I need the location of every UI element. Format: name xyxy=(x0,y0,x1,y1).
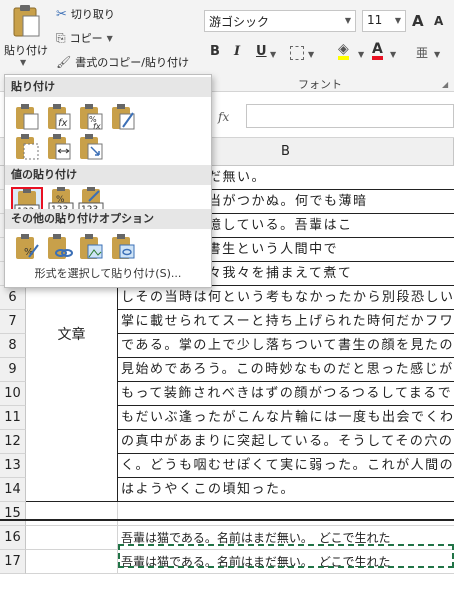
divider xyxy=(0,519,454,521)
cut-label: 切り取り xyxy=(70,8,115,21)
cell-b[interactable] xyxy=(118,502,454,526)
paste-link-icon[interactable] xyxy=(45,233,73,261)
paste-formulas-icon[interactable]: fx xyxy=(45,103,73,131)
cell-b[interactable]: く。どうも咽むせぽくて実に弱った。これが人間の xyxy=(118,454,454,478)
copy-icon: ⎘ xyxy=(56,30,66,45)
row-header[interactable]: 13 xyxy=(0,454,26,478)
shrink-font-button[interactable]: A xyxy=(434,14,443,28)
row-header[interactable]: 6 xyxy=(0,286,26,310)
chevron-down-icon[interactable]: ▼ xyxy=(308,50,314,59)
paste-keep-column-width-icon[interactable] xyxy=(45,133,73,161)
font-size-select[interactable]: 11 ▼ xyxy=(362,10,406,32)
paste-formulas-number-format-icon[interactable]: % fx xyxy=(77,103,105,131)
formula-input[interactable] xyxy=(246,104,454,128)
grow-font-button[interactable]: A xyxy=(412,12,424,30)
dialog-launcher-icon[interactable]: ◢ xyxy=(442,80,448,89)
chevron-down-icon[interactable]: ▼ xyxy=(107,34,113,43)
paste-no-borders-icon[interactable] xyxy=(13,133,41,161)
copy-button[interactable]: ⎘ コピー ▼ xyxy=(56,30,113,46)
row-header[interactable]: 15 xyxy=(0,502,26,526)
chevron-down-icon[interactable]: ▼ xyxy=(20,58,26,67)
border-icon[interactable] xyxy=(290,46,304,60)
cell-a[interactable] xyxy=(26,502,118,526)
paste-keep-source-format-icon[interactable] xyxy=(109,103,137,131)
cell-b[interactable]: 掌に載せられてスーと持ち上げられた時何だかフワ xyxy=(118,310,454,334)
font-color-button[interactable]: A xyxy=(372,42,383,60)
table-row: 15 xyxy=(0,502,454,526)
paste-transpose-icon[interactable] xyxy=(77,133,105,161)
chevron-down-icon: ▼ xyxy=(394,16,401,25)
cell-b[interactable]: もって装飾されべきはずの顔がつるつるしてまるで xyxy=(118,382,454,406)
font-name-select[interactable]: 游ゴシック ▼ xyxy=(204,10,356,32)
copy-marquee xyxy=(118,544,454,568)
chevron-down-icon[interactable]: ▼ xyxy=(390,50,396,59)
row-header[interactable]: 9 xyxy=(0,358,26,382)
svg-text:fx: fx xyxy=(58,118,68,129)
row-header[interactable]: 17 xyxy=(0,550,26,574)
cell-b[interactable]: 見始めであろう。この時妙なものだと思った感じが xyxy=(118,358,454,382)
paste-options-menu: 貼り付け fx %fx 値の貼り付け 123 %123 123 その他の貼り付け… xyxy=(4,74,212,288)
cell-b[interactable]: の真中があまりに突起している。そうしてその穴の xyxy=(118,430,454,454)
row-header[interactable]: 14 xyxy=(0,478,26,502)
section-values-header: 値の貼り付け xyxy=(5,165,211,185)
svg-text:fx: fx xyxy=(93,122,101,131)
row-header[interactable]: 10 xyxy=(0,382,26,406)
paste-label: 貼り付け xyxy=(4,44,48,57)
paste-icon[interactable] xyxy=(13,103,41,131)
bold-button[interactable]: B xyxy=(210,44,220,59)
cell-b[interactable]: はようやくこの頃知った。 xyxy=(118,478,454,502)
chevron-down-icon[interactable]: ▼ xyxy=(270,50,276,59)
paste-button[interactable]: 貼り付け ▼ xyxy=(2,2,50,72)
cell-b[interactable]: である。掌の上で少し落ちついて書生の顔を見たの xyxy=(118,334,454,358)
paste-special-link[interactable]: 形式を選択して貼り付け(S)... xyxy=(5,265,211,281)
chevron-down-icon[interactable]: ▼ xyxy=(358,50,364,59)
row-header[interactable]: 7 xyxy=(0,310,26,334)
scissors-icon: ✂ xyxy=(56,6,67,22)
cell-a[interactable] xyxy=(26,526,118,550)
underline-button[interactable]: U xyxy=(256,44,267,59)
brush-icon: 🖌 xyxy=(56,55,72,69)
italic-button[interactable]: I xyxy=(234,44,240,59)
paste-linked-picture-icon[interactable] xyxy=(109,233,137,261)
cell-a[interactable] xyxy=(26,550,118,574)
clipboard-icon xyxy=(13,5,40,37)
font-size-value: 11 xyxy=(367,13,383,27)
copy-label: コピー xyxy=(69,32,103,45)
row-header[interactable]: 11 xyxy=(0,406,26,430)
fill-color-icon[interactable]: ◈ xyxy=(338,42,349,60)
chevron-down-icon[interactable]: ▼ xyxy=(434,50,440,59)
format-painter-label: 書式のコピー/貼り付け xyxy=(75,56,189,69)
paste-picture-icon[interactable] xyxy=(77,233,105,261)
chevron-down-icon: ▼ xyxy=(344,16,351,25)
cell-b[interactable]: もだいぶ逢ったがこんな片輪には一度も出会でくわ xyxy=(118,406,454,430)
row-header[interactable]: 16 xyxy=(0,526,26,550)
section-other-header: その他の貼り付けオプション xyxy=(5,209,211,229)
font-group-label: フォント xyxy=(298,78,342,91)
paste-formatting-icon[interactable]: % xyxy=(13,233,41,261)
format-painter-button[interactable]: 🖌 書式のコピー/貼り付け xyxy=(56,54,189,70)
row-header[interactable]: 8 xyxy=(0,334,26,358)
cut-button[interactable]: ✂ 切り取り xyxy=(56,6,115,22)
row-header[interactable]: 12 xyxy=(0,430,26,454)
section-paste-header: 貼り付け xyxy=(5,77,211,97)
cell-b[interactable]: しその当時は何という考もなかったから別段恐しい xyxy=(118,286,454,310)
phonetic-icon[interactable]: 亜 xyxy=(416,44,428,61)
font-name-value: 游ゴシック xyxy=(209,15,270,29)
fx-icon[interactable]: fx xyxy=(218,110,229,124)
